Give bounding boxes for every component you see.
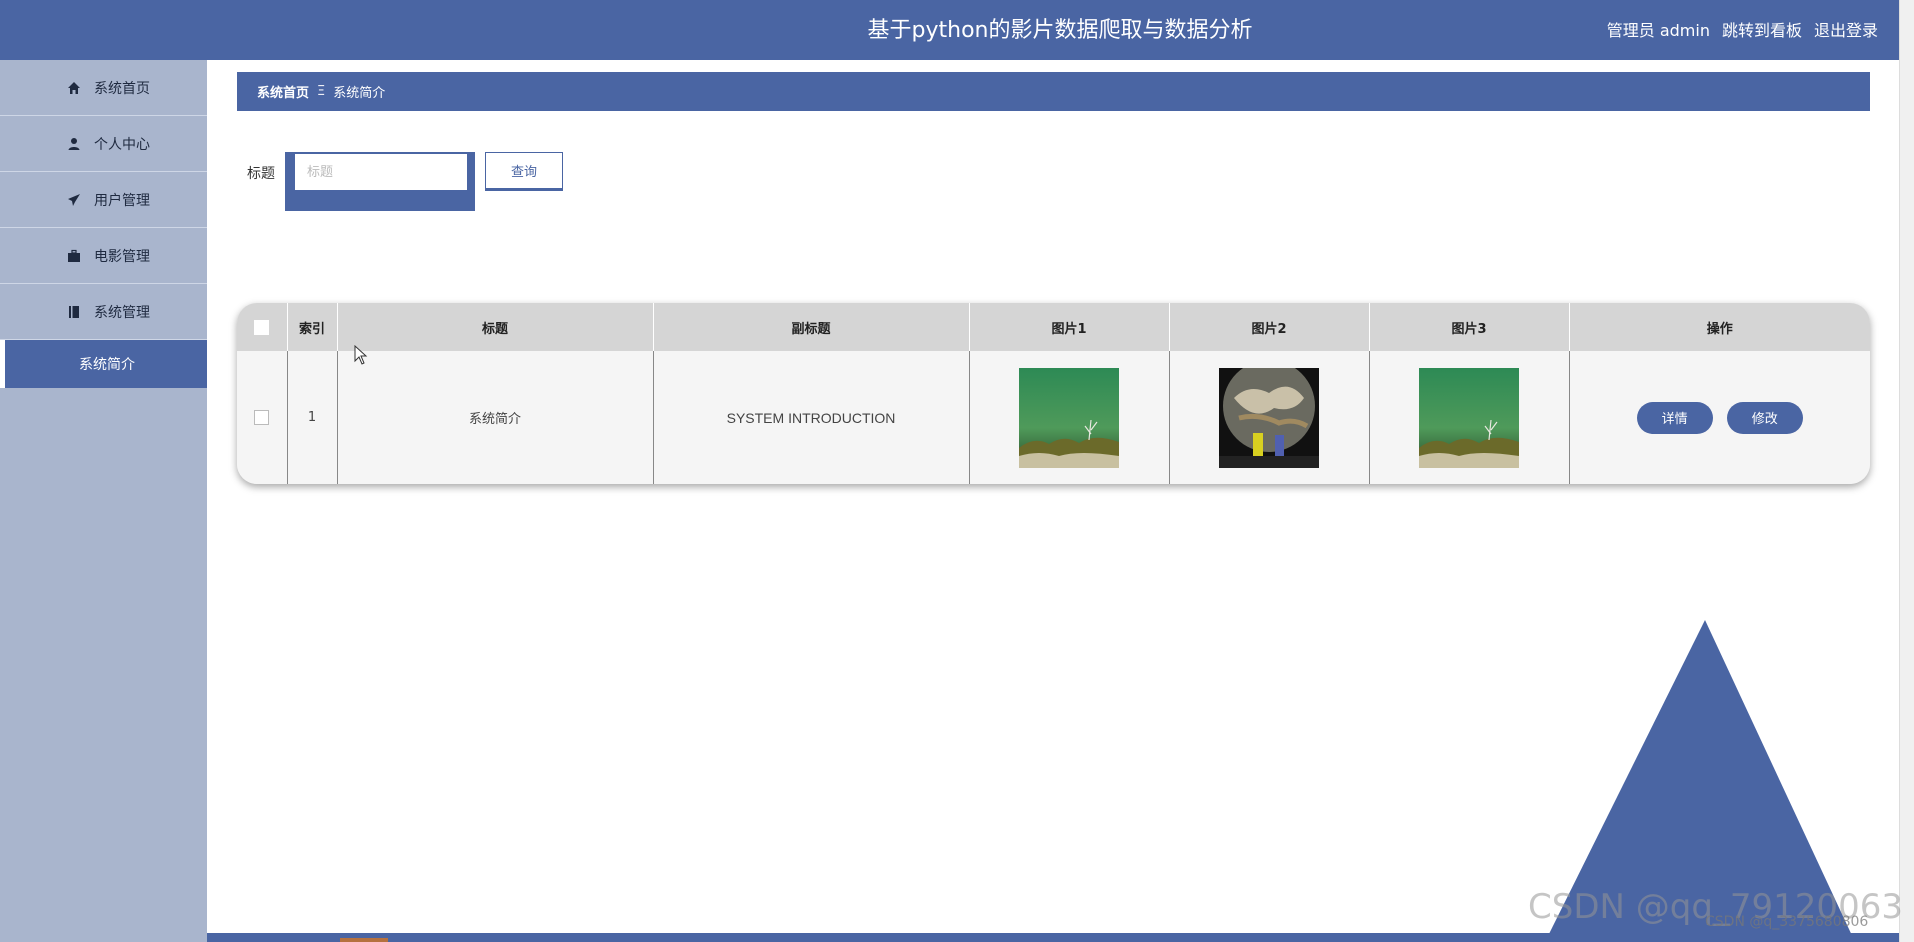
breadcrumb-home[interactable]: 系统首页 bbox=[257, 82, 309, 101]
header-actions: 管理员 admin 跳转到看板 退出登录 bbox=[1607, 0, 1878, 60]
column-header-image1: 图片1 bbox=[969, 303, 1170, 351]
search-input-wrapper bbox=[285, 152, 475, 211]
select-all-checkbox[interactable] bbox=[254, 319, 270, 335]
sidebar-item-profile[interactable]: 个人中心 bbox=[0, 116, 207, 172]
window-scrollbar[interactable] bbox=[1899, 0, 1914, 942]
cell-image2 bbox=[1169, 351, 1370, 484]
sidebar-item-users[interactable]: 用户管理 bbox=[0, 172, 207, 228]
dashboard-link[interactable]: 跳转到看板 bbox=[1722, 0, 1802, 60]
briefcase-icon bbox=[66, 248, 82, 264]
column-header-actions: 操作 bbox=[1706, 321, 1733, 337]
paper-plane-icon bbox=[66, 192, 82, 208]
column-header-index: 索引 bbox=[287, 303, 338, 351]
table-header-row: 索引 标题 副标题 图片1 图片2 图片3 操作 bbox=[237, 303, 1870, 351]
column-header-title: 标题 bbox=[337, 303, 654, 351]
sidebar-item-movies[interactable]: 电影管理 bbox=[0, 228, 207, 284]
edit-button[interactable]: 修改 bbox=[1726, 401, 1803, 434]
logout-link[interactable]: 退出登录 bbox=[1814, 0, 1878, 60]
search-label: 标题 bbox=[247, 166, 275, 182]
breadcrumb: 系统首页 Ξ 系统简介 bbox=[237, 72, 1870, 111]
sidebar-item-home[interactable]: 系统首页 bbox=[0, 60, 207, 116]
column-header-image3: 图片3 bbox=[1369, 303, 1570, 351]
app-title: 基于python的影片数据爬取与数据分析 bbox=[867, 18, 1253, 43]
book-icon bbox=[66, 304, 82, 320]
search-input[interactable] bbox=[295, 154, 467, 190]
sidebar-item-system[interactable]: 系统管理 bbox=[0, 284, 207, 340]
top-header: 基于python的影片数据爬取与数据分析 管理员 admin 跳转到看板 退出登… bbox=[0, 0, 1914, 60]
cell-title: 系统简介 bbox=[337, 351, 654, 484]
thumbnail-moss-image[interactable] bbox=[1419, 367, 1519, 468]
row-select-cell bbox=[237, 351, 288, 484]
thumbnail-moss-image[interactable] bbox=[1019, 367, 1119, 468]
column-header-image2: 图片2 bbox=[1169, 303, 1370, 351]
thumbnail-earth-image[interactable] bbox=[1219, 367, 1319, 468]
breadcrumb-separator-icon: Ξ bbox=[317, 84, 326, 99]
sidebar-item-label: 系统管理 bbox=[94, 304, 150, 321]
cell-image1 bbox=[969, 351, 1170, 484]
table-row: 1 系统简介 SYSTEM INTRODUCTION 详情 修改 bbox=[237, 351, 1870, 484]
query-button[interactable]: 查询 bbox=[485, 152, 563, 191]
cell-index: 1 bbox=[287, 351, 338, 484]
mouse-cursor-icon bbox=[354, 345, 368, 365]
user-icon bbox=[66, 136, 82, 152]
home-icon bbox=[66, 80, 82, 96]
sidebar-subitem-system-intro[interactable]: 系统简介 bbox=[0, 340, 207, 388]
bottom-bar bbox=[207, 933, 1914, 942]
select-all-cell bbox=[237, 303, 288, 351]
breadcrumb-current: 系统简介 bbox=[333, 86, 386, 101]
column-header-subtitle: 副标题 bbox=[653, 303, 970, 351]
sidebar-item-label: 系统首页 bbox=[94, 80, 150, 97]
cell-actions: 详情 修改 bbox=[1569, 351, 1870, 484]
watermark-secondary-text: CSDN @q_3375680806 bbox=[1705, 914, 1869, 930]
bottom-accent bbox=[340, 938, 388, 942]
cell-image3 bbox=[1369, 351, 1570, 484]
sidebar-item-label: 个人中心 bbox=[94, 136, 150, 153]
sidebar: 系统首页 个人中心 用户管理 电影管理 系统管理 系统简介 bbox=[0, 60, 207, 942]
sidebar-item-label: 用户管理 bbox=[94, 192, 150, 209]
sidebar-item-label: 电影管理 bbox=[94, 248, 150, 265]
current-user: 管理员 admin bbox=[1606, 21, 1710, 40]
data-table: 索引 标题 副标题 图片1 图片2 图片3 操作 1 系统简介 SYSTEM I… bbox=[237, 303, 1870, 484]
cell-subtitle: SYSTEM INTRODUCTION bbox=[653, 351, 970, 484]
row-checkbox[interactable] bbox=[254, 410, 270, 425]
detail-button[interactable]: 详情 bbox=[1636, 401, 1713, 434]
